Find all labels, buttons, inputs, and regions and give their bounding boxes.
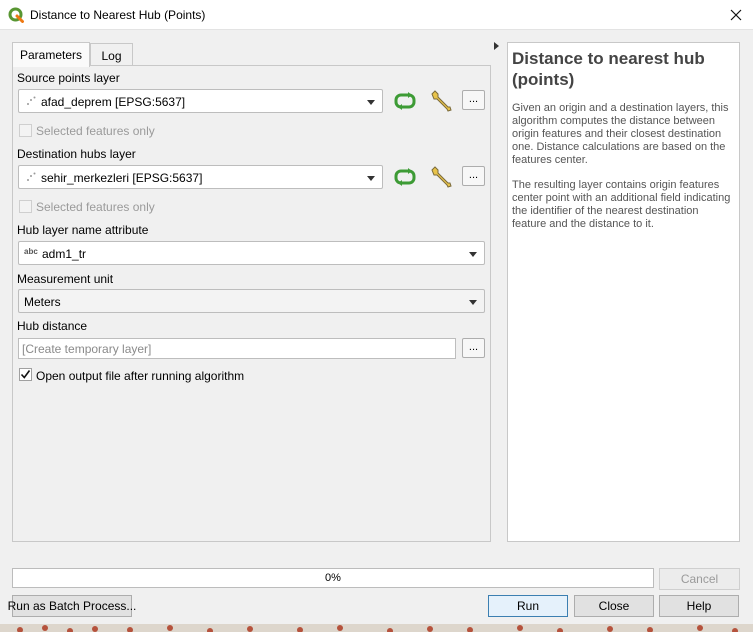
dest-selected-only-label: Selected features only (36, 200, 155, 214)
tab-log[interactable]: Log (90, 43, 133, 67)
run-button[interactable]: Run (488, 595, 568, 617)
help-button[interactable]: Help (659, 595, 739, 617)
tab-parameters[interactable]: Parameters (12, 42, 90, 67)
wrench-settings-icon[interactable] (429, 89, 453, 113)
source-layer-combo[interactable]: afad_deprem [EPSG:5637] (18, 89, 383, 113)
hub-distance-label: Hub distance (17, 319, 88, 333)
title-bar: Distance to Nearest Hub (Points) (0, 0, 753, 30)
collapse-arrow-icon[interactable] (494, 42, 499, 50)
browse-label: ... (468, 169, 479, 181)
source-layer-browse-button[interactable]: ... (462, 90, 485, 110)
hub-name-attribute-combo[interactable]: abc adm1_tr (18, 241, 485, 265)
qgis-logo-icon (8, 7, 24, 23)
source-selected-only-checkbox[interactable] (19, 124, 32, 137)
close-button[interactable]: Close (574, 595, 654, 617)
iterate-features-icon[interactable] (393, 89, 417, 113)
hub-name-attribute-value: adm1_tr (42, 247, 87, 261)
dest-selected-only-checkbox[interactable] (19, 200, 32, 213)
chevron-down-icon (469, 252, 477, 257)
window-title: Distance to Nearest Hub (Points) (30, 8, 206, 22)
help-paragraph-2: The resulting layer contains origin feat… (512, 179, 731, 230)
hub-distance-placeholder: [Create temporary layer] (22, 342, 152, 356)
hub-distance-output-field[interactable]: [Create temporary layer] (18, 338, 456, 359)
tab-parameters-label: Parameters (19, 48, 83, 62)
hub-name-attribute-label: Hub layer name attribute (17, 223, 149, 237)
progress-bar: 0% (12, 568, 654, 588)
run-as-batch-button[interactable]: Run as Batch Process... (8, 595, 136, 617)
chevron-down-icon (469, 300, 477, 305)
text-field-type-icon: abc (24, 247, 38, 256)
measurement-unit-value: Meters (24, 295, 61, 309)
close-icon (730, 9, 742, 21)
browse-label: ... (468, 93, 479, 105)
source-selected-only-label: Selected features only (36, 124, 155, 138)
source-layer-value: afad_deprem [EPSG:5637] (41, 95, 186, 109)
progress-label: 0% (325, 572, 341, 584)
help-paragraph-1: Given an origin and a destination layers… (512, 102, 729, 166)
point-layer-icon (27, 96, 36, 105)
dest-layer-label: Destination hubs layer (17, 147, 136, 161)
open-output-checkbox[interactable] (19, 368, 32, 381)
chevron-down-icon (367, 176, 375, 181)
wrench-settings-icon[interactable] (429, 165, 453, 189)
source-layer-label: Source points layer (17, 71, 120, 85)
dest-layer-browse-button[interactable]: ... (462, 166, 485, 186)
help-title: Distance to nearest hub (points) (512, 49, 705, 89)
cancel-button[interactable]: Cancel (659, 568, 740, 590)
iterate-features-icon[interactable] (393, 165, 417, 189)
dest-layer-value: sehir_merkezleri [EPSG:5637] (41, 171, 203, 185)
point-layer-icon (27, 172, 36, 181)
tab-log-label: Log (101, 48, 122, 63)
help-panel: Distance to nearest hub (points) Given a… (507, 42, 740, 542)
measurement-unit-label: Measurement unit (17, 272, 114, 286)
chevron-down-icon (367, 100, 375, 105)
hub-distance-browse-button[interactable]: ... (462, 338, 485, 358)
browse-label: ... (468, 341, 479, 353)
background-map (0, 624, 753, 632)
close-window-button[interactable] (721, 4, 751, 26)
open-output-label: Open output file after running algorithm (36, 369, 245, 383)
checkmark-icon (20, 370, 31, 379)
dest-layer-combo[interactable]: sehir_merkezleri [EPSG:5637] (18, 165, 383, 189)
measurement-unit-combo[interactable]: Meters (18, 289, 485, 313)
